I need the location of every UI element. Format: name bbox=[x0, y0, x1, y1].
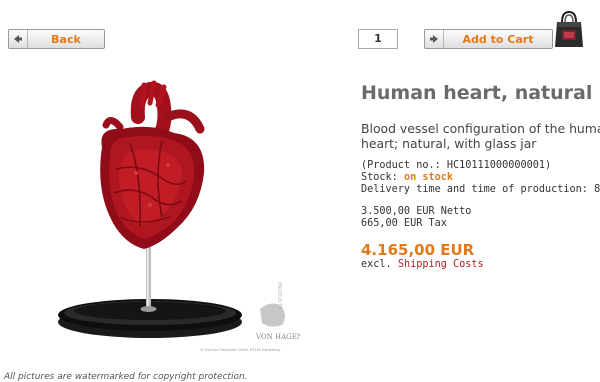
shopping-bag-icon[interactable] bbox=[553, 10, 585, 48]
shipping-costs-link[interactable]: Shipping Costs bbox=[398, 259, 484, 270]
description-line-1: Blood vessel configuration of the huma bbox=[361, 121, 600, 136]
product-number: (Product no.: HC10111000000001) bbox=[361, 160, 552, 171]
description-line-2: heart; natural, with glass jar bbox=[361, 136, 537, 151]
arrow-right-icon bbox=[425, 30, 444, 48]
add-to-cart-label: Add to Cart bbox=[462, 32, 534, 46]
watermark-copyright: © Gunther Plastinate GmbH, 69126 Heidelb… bbox=[200, 348, 280, 352]
arrow-left-icon bbox=[9, 30, 28, 48]
stock-status: on stock bbox=[403, 172, 454, 183]
excl-label: excl. bbox=[361, 259, 392, 270]
stock-row: Stock: on stock bbox=[361, 172, 600, 184]
product-description: Blood vessel configuration of the huma h… bbox=[361, 121, 600, 151]
gross-price: 4.165,00 EUR bbox=[361, 241, 475, 259]
quantity-input[interactable]: 1 bbox=[358, 29, 398, 49]
price-breakdown: 3.500,00 EUR Netto 665,00 EUR Tax bbox=[361, 206, 471, 230]
product-title: Human heart, natural bbox=[361, 82, 593, 104]
net-price: 3.500,00 EUR Netto bbox=[361, 206, 472, 217]
add-to-cart-button[interactable]: Add to Cart bbox=[424, 29, 553, 49]
back-button[interactable]: Back bbox=[8, 29, 105, 49]
product-image: PRODUCTS VON HAGENS © Gunther Plastinate… bbox=[58, 80, 300, 352]
watermark-brand: VON HAGENS bbox=[255, 333, 300, 341]
watermark-logo: PRODUCTS bbox=[260, 282, 285, 327]
shipping-note: excl. Shipping Costs bbox=[361, 259, 484, 270]
delivery-time: Delivery time and time of production: 8 … bbox=[361, 184, 600, 195]
svg-text:PRODUCTS: PRODUCTS bbox=[276, 282, 282, 310]
tax-amount: 665,00 EUR Tax bbox=[361, 218, 447, 229]
copyright-note: All pictures are watermarked for copyrig… bbox=[4, 372, 248, 382]
product-info: (Product no.: HC10111000000001) Stock: o… bbox=[361, 160, 600, 196]
stock-label: Stock: bbox=[361, 172, 398, 183]
back-button-label: Back bbox=[51, 32, 81, 46]
